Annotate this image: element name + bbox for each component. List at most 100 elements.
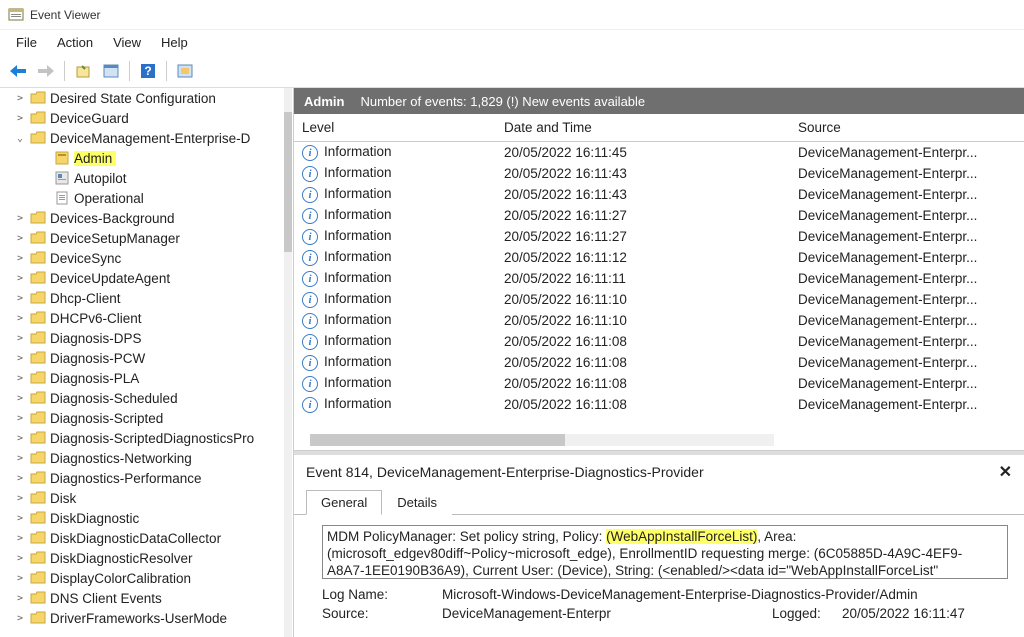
- tree-item[interactable]: >DiskDiagnosticDataCollector: [0, 528, 293, 548]
- expand-toggle[interactable]: >: [14, 573, 26, 584]
- folder-icon: [30, 531, 46, 545]
- tree-item[interactable]: ⌄DeviceManagement-Enterprise-D: [0, 128, 293, 148]
- tree-item[interactable]: Autopilot: [0, 168, 293, 188]
- tree-item[interactable]: >DeviceUpdateAgent: [0, 268, 293, 288]
- expand-toggle[interactable]: >: [14, 353, 26, 364]
- event-row[interactable]: iInformation20/05/2022 16:11:08DeviceMan…: [294, 394, 1024, 415]
- tree-item[interactable]: >Diagnosis-PCW: [0, 348, 293, 368]
- tree-item[interactable]: > DNS Client Events: [0, 588, 293, 608]
- tree-item[interactable]: >DeviceSync: [0, 248, 293, 268]
- tree-item[interactable]: >Diagnostics-Networking: [0, 448, 293, 468]
- event-row[interactable]: iInformation20/05/2022 16:11:45DeviceMan…: [294, 142, 1024, 163]
- menu-action[interactable]: Action: [47, 33, 103, 52]
- expand-toggle[interactable]: >: [14, 613, 26, 624]
- tree-view[interactable]: >Desired State Configuration>DeviceGuard…: [0, 88, 294, 637]
- event-row[interactable]: iInformation20/05/2022 16:11:10DeviceMan…: [294, 310, 1024, 331]
- help-button[interactable]: ?: [136, 59, 160, 83]
- folder-icon: [30, 351, 46, 365]
- tree-item[interactable]: >Desired State Configuration: [0, 88, 293, 108]
- expand-toggle[interactable]: >: [14, 553, 26, 564]
- expand-toggle[interactable]: >: [14, 513, 26, 524]
- tree-item[interactable]: >Disk: [0, 488, 293, 508]
- event-row[interactable]: iInformation20/05/2022 16:11:27DeviceMan…: [294, 205, 1024, 226]
- grid-hscroll[interactable]: [310, 434, 774, 446]
- grid-header[interactable]: Level Date and Time Source: [294, 114, 1024, 142]
- tree-item[interactable]: >DisplayColorCalibration: [0, 568, 293, 588]
- menu-view[interactable]: View: [103, 33, 151, 52]
- expand-toggle[interactable]: >: [14, 233, 26, 244]
- expand-toggle[interactable]: >: [14, 293, 26, 304]
- tree-item[interactable]: >DiskDiagnostic: [0, 508, 293, 528]
- tree-item[interactable]: >Dhcp-Client: [0, 288, 293, 308]
- col-level[interactable]: Level: [294, 120, 496, 141]
- folder-icon: [30, 131, 46, 145]
- tree-item[interactable]: >DHCPv6-Client: [0, 308, 293, 328]
- folder-icon: [30, 511, 46, 525]
- event-row[interactable]: iInformation20/05/2022 16:11:11DeviceMan…: [294, 268, 1024, 289]
- event-message[interactable]: MDM PolicyManager: Set policy string, Po…: [322, 525, 1008, 579]
- expand-toggle[interactable]: >: [14, 533, 26, 544]
- expand-toggle[interactable]: >: [14, 413, 26, 424]
- tree-item[interactable]: >Diagnostics-Performance: [0, 468, 293, 488]
- title-bar[interactable]: Event Viewer: [0, 0, 1024, 30]
- event-row[interactable]: iInformation20/05/2022 16:11:08DeviceMan…: [294, 352, 1024, 373]
- tree-item[interactable]: >Diagnosis-Scheduled: [0, 388, 293, 408]
- expand-toggle[interactable]: >: [14, 493, 26, 504]
- tree-item[interactable]: >DriverFrameworks-UserMode: [0, 608, 293, 628]
- properties-button[interactable]: [99, 59, 123, 83]
- tree-scrollbar[interactable]: [284, 88, 292, 637]
- menu-file[interactable]: File: [6, 33, 47, 52]
- event-row[interactable]: iInformation20/05/2022 16:11:08DeviceMan…: [294, 331, 1024, 352]
- tree-item[interactable]: Operational: [0, 188, 293, 208]
- tree-item-label: Admin: [74, 151, 116, 166]
- event-row[interactable]: iInformation20/05/2022 16:11:12DeviceMan…: [294, 247, 1024, 268]
- expand-toggle[interactable]: >: [14, 373, 26, 384]
- event-row[interactable]: iInformation20/05/2022 16:11:27DeviceMan…: [294, 226, 1024, 247]
- tree-item[interactable]: >Diagnosis-DPS: [0, 328, 293, 348]
- info-icon: i: [302, 355, 318, 371]
- menu-bar: File Action View Help: [0, 30, 1024, 54]
- event-row[interactable]: iInformation20/05/2022 16:11:43DeviceMan…: [294, 163, 1024, 184]
- expand-toggle[interactable]: >: [14, 433, 26, 444]
- expand-toggle[interactable]: >: [14, 93, 26, 104]
- expand-toggle[interactable]: >: [14, 213, 26, 224]
- tab-details[interactable]: Details: [382, 490, 452, 515]
- expand-toggle[interactable]: >: [14, 273, 26, 284]
- tree-item[interactable]: > DeviceSetupManager: [0, 228, 293, 248]
- col-source[interactable]: Source: [790, 120, 1024, 141]
- expand-toggle[interactable]: >: [14, 453, 26, 464]
- event-grid[interactable]: Level Date and Time Source iInformation2…: [294, 114, 1024, 451]
- expand-toggle[interactable]: >: [14, 313, 26, 324]
- tree-item[interactable]: >Diagnosis-PLA: [0, 368, 293, 388]
- event-row[interactable]: iInformation20/05/2022 16:11:43DeviceMan…: [294, 184, 1024, 205]
- event-row[interactable]: iInformation20/05/2022 16:11:10DeviceMan…: [294, 289, 1024, 310]
- tree-item-label: DNS Client Events: [50, 591, 166, 606]
- tree-item[interactable]: >DiskDiagnosticResolver: [0, 548, 293, 568]
- tree-item[interactable]: Admin: [0, 148, 293, 168]
- close-icon[interactable]: ✕: [999, 462, 1012, 482]
- tab-general[interactable]: General: [306, 490, 382, 515]
- expand-toggle[interactable]: ⌄: [14, 133, 26, 144]
- expand-toggle[interactable]: >: [14, 113, 26, 124]
- back-button[interactable]: [6, 59, 30, 83]
- highlight-policy: (WebAppInstallForceList): [606, 529, 757, 544]
- tree-item[interactable]: >Diagnosis-Scripted: [0, 408, 293, 428]
- toolbar-icon-2[interactable]: [173, 59, 197, 83]
- menu-help[interactable]: Help: [151, 33, 198, 52]
- expand-toggle[interactable]: >: [14, 393, 26, 404]
- logname-value: Microsoft-Windows-DeviceManagement-Enter…: [442, 587, 1008, 602]
- expand-toggle[interactable]: >: [14, 473, 26, 484]
- info-icon: i: [302, 313, 318, 329]
- tree-item[interactable]: >DeviceGuard: [0, 108, 293, 128]
- tree-item-label: DeviceSetupManager: [50, 231, 184, 246]
- forward-button[interactable]: [34, 59, 58, 83]
- tree-item[interactable]: >Devices-Background: [0, 208, 293, 228]
- info-icon: i: [302, 250, 318, 266]
- expand-toggle[interactable]: >: [14, 333, 26, 344]
- tree-item[interactable]: >Diagnosis-ScriptedDiagnosticsPro: [0, 428, 293, 448]
- col-date[interactable]: Date and Time: [496, 120, 790, 141]
- toolbar-icon-1[interactable]: [71, 59, 95, 83]
- event-row[interactable]: iInformation20/05/2022 16:11:08DeviceMan…: [294, 373, 1024, 394]
- expand-toggle[interactable]: >: [14, 593, 26, 604]
- expand-toggle[interactable]: >: [14, 253, 26, 264]
